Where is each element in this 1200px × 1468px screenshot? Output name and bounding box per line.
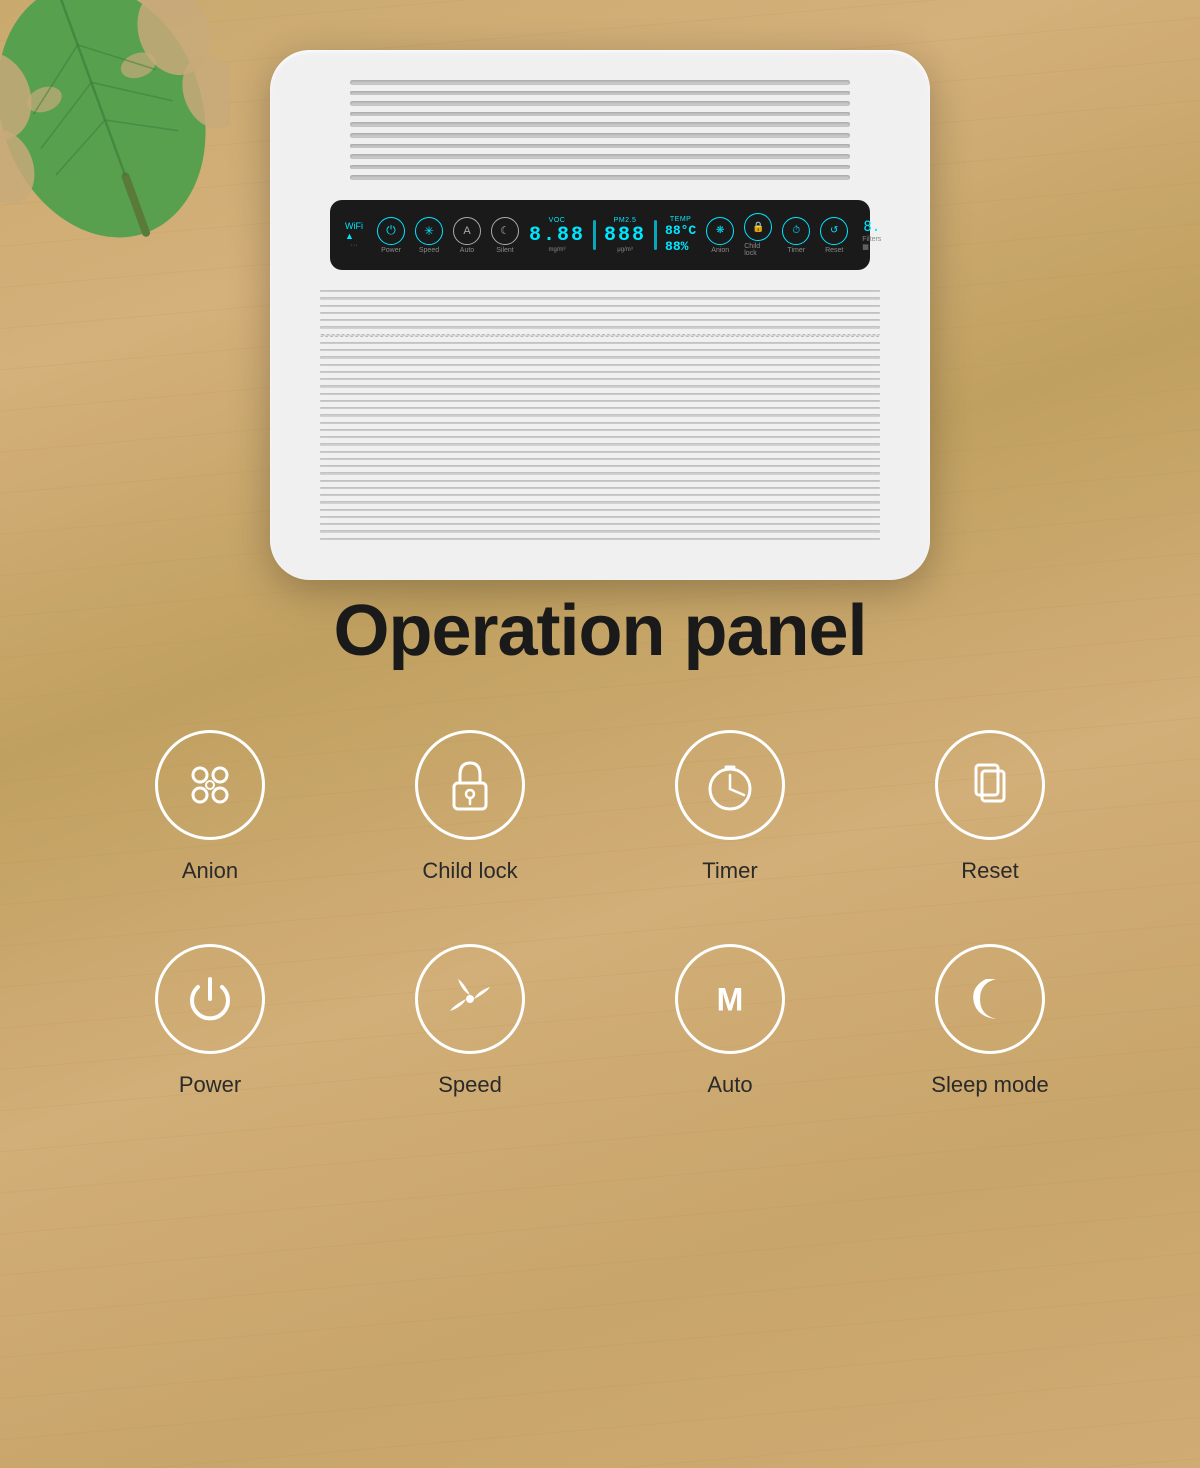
reset-item: Reset [910, 730, 1070, 884]
power-label: Power [179, 1072, 241, 1098]
timer-item: Timer [650, 730, 810, 884]
auto-item: M Auto [650, 944, 810, 1098]
reset-icon-circle [935, 730, 1045, 840]
anion-icon-circle [155, 730, 265, 840]
control-panel: WiFi ▲ ··· ⏻ Power ✳ Speed A Auto ☾ Sile… [330, 200, 870, 270]
sleep-mode-label: Sleep mode [931, 1072, 1048, 1098]
sleep-mode-icon-circle [935, 944, 1045, 1054]
auto-icon-circle: M [675, 944, 785, 1054]
anion-item: Anion [130, 730, 290, 884]
child-lock-label: Child lock [422, 858, 517, 884]
timer-icon-circle [675, 730, 785, 840]
icons-row-2: Power Speed [80, 944, 1120, 1098]
device-image: WiFi ▲ ··· ⏻ Power ✳ Speed A Auto ☾ Sile… [250, 20, 950, 580]
icons-row-1: Anion Child lock [80, 730, 1120, 884]
sleep-mode-item: Sleep mode [910, 944, 1070, 1098]
timer-label: Timer [702, 858, 757, 884]
section-title: Operation panel [0, 590, 1200, 672]
speed-icon-circle [415, 944, 525, 1054]
power-icon-circle [155, 944, 265, 1054]
anion-label: Anion [182, 858, 238, 884]
icons-grid: Anion Child lock [0, 730, 1200, 1098]
decorative-leaf [0, 0, 230, 260]
reset-label: Reset [961, 858, 1018, 884]
child-lock-item: Child lock [390, 730, 550, 884]
svg-text:M: M [717, 981, 744, 1017]
power-item: Power [130, 944, 290, 1098]
speed-item: Speed [390, 944, 550, 1098]
speed-label: Speed [438, 1072, 502, 1098]
auto-label: Auto [707, 1072, 752, 1098]
child-lock-icon-circle [415, 730, 525, 840]
